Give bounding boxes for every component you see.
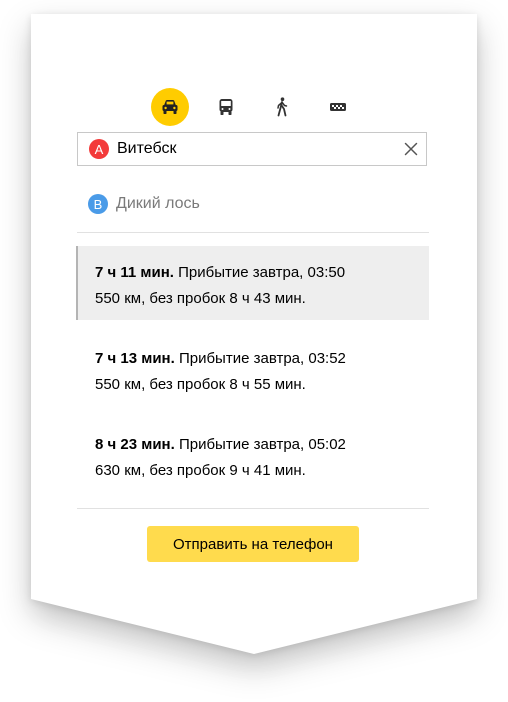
bus-icon bbox=[219, 99, 233, 115]
route-duration: 8 ч 23 мин. bbox=[95, 436, 175, 453]
transport-mode-selector bbox=[31, 88, 477, 126]
route-option-1[interactable]: 7 ч 11 мин. Прибытие завтра, 03:50 550 к… bbox=[76, 246, 429, 320]
route-details: 630 км, без пробок 9 ч 41 мин. bbox=[95, 462, 306, 479]
route-arrival: Прибытие завтра, 03:50 bbox=[173, 264, 346, 281]
route-summary: 7 ч 11 мин. Прибытие завтра, 03:50 bbox=[95, 260, 429, 286]
clear-origin-button[interactable] bbox=[396, 133, 426, 165]
origin-input[interactable] bbox=[117, 140, 396, 158]
route-option-3[interactable]: 8 ч 23 мин. Прибытие завтра, 05:02 630 к… bbox=[76, 418, 429, 492]
send-to-phone-button[interactable]: Отправить на телефон bbox=[147, 526, 359, 562]
route-option-2[interactable]: 7 ч 13 мин. Прибытие завтра, 03:52 550 к… bbox=[76, 332, 429, 406]
route-summary: 7 ч 13 мин. Прибытие завтра, 03:52 bbox=[95, 346, 429, 372]
mode-car-button[interactable] bbox=[151, 88, 189, 126]
mode-taxi-button[interactable] bbox=[319, 88, 357, 126]
origin-field: A bbox=[77, 132, 427, 166]
origin-marker-a: A bbox=[89, 139, 109, 159]
route-duration: 7 ч 13 мин. bbox=[95, 350, 175, 367]
mode-pedestrian-button[interactable] bbox=[263, 88, 301, 126]
route-details: 550 км, без пробок 8 ч 55 мин. bbox=[95, 376, 306, 393]
divider-top bbox=[77, 232, 429, 233]
destination-marker-b: B bbox=[88, 194, 108, 214]
destination-field[interactable]: B Дикий лось bbox=[77, 189, 427, 219]
route-panel: A B Дикий лось 7 ч 11 мин. Прибытие завт… bbox=[31, 14, 477, 654]
route-duration: 7 ч 11 мин. bbox=[95, 264, 174, 281]
divider-bottom bbox=[77, 508, 429, 509]
pedestrian-icon bbox=[277, 97, 288, 117]
route-details: 550 км, без пробок 8 ч 43 мин. bbox=[95, 290, 306, 307]
car-icon bbox=[162, 100, 178, 114]
close-icon bbox=[404, 142, 418, 156]
destination-text[interactable]: Дикий лось bbox=[116, 195, 200, 213]
route-arrival: Прибытие завтра, 03:52 bbox=[174, 350, 346, 367]
route-arrival: Прибытие завтра, 05:02 bbox=[174, 436, 346, 453]
taxi-icon bbox=[330, 103, 346, 111]
route-summary: 8 ч 23 мин. Прибытие завтра, 05:02 bbox=[95, 432, 429, 458]
mode-bus-button[interactable] bbox=[207, 88, 245, 126]
route-panel-shadow: A B Дикий лось 7 ч 11 мин. Прибытие завт… bbox=[0, 0, 508, 702]
